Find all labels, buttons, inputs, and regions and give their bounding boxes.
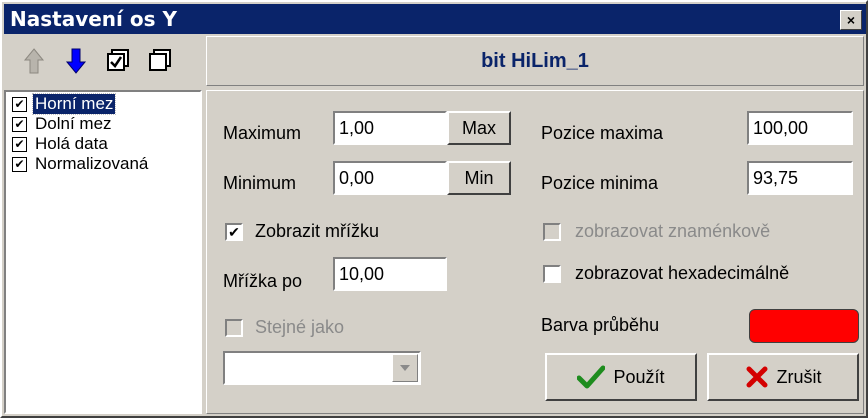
- close-icon: ×: [846, 12, 856, 28]
- cancel-button[interactable]: Zrušit: [707, 353, 859, 401]
- arrow-down-icon[interactable]: [62, 46, 90, 76]
- item-label: Holá data: [35, 134, 108, 153]
- item-label: Dolní mez: [35, 114, 112, 133]
- list-item[interactable]: ✔ Dolní mez: [8, 114, 198, 134]
- min-button-label: Min: [464, 167, 494, 188]
- minimum-input[interactable]: [333, 161, 447, 195]
- maximum-label: Maximum: [223, 123, 302, 143]
- arrow-up-icon[interactable]: [20, 46, 48, 76]
- max-button-label: Max: [461, 117, 496, 138]
- series-color-swatch[interactable]: [749, 309, 859, 343]
- list-toolbar: [4, 36, 202, 86]
- series-title: bit HiLim_1: [481, 49, 589, 72]
- uncheck-all-icon[interactable]: [146, 46, 174, 76]
- cancel-button-label: Zrušit: [776, 366, 822, 387]
- position-max-label: Pozice maxima: [541, 123, 664, 143]
- list-item[interactable]: ✔ Holá data: [8, 134, 198, 154]
- list-item[interactable]: ✔ Normalizovaná: [8, 154, 198, 174]
- position-min-input[interactable]: [747, 161, 853, 195]
- min-button[interactable]: Min: [447, 161, 511, 195]
- series-color-label: Barva průběhu: [541, 315, 660, 335]
- grid-step-label: Mřížka po: [223, 271, 303, 291]
- series-header: bit HiLim_1: [206, 36, 864, 86]
- window-title: Nastavení os Y: [10, 7, 177, 31]
- signed-label: zobrazovat znaménkově: [575, 221, 771, 241]
- position-max-input[interactable]: [747, 111, 853, 145]
- hex-label[interactable]: zobrazovat hexadecimálně: [575, 263, 789, 284]
- title-bar[interactable]: Nastavení os Y ×: [4, 4, 866, 34]
- hex-checkbox[interactable]: [543, 265, 561, 283]
- cross-icon: [745, 365, 769, 389]
- close-button[interactable]: ×: [840, 10, 862, 30]
- item-checkbox[interactable]: ✔: [12, 116, 27, 132]
- grid-checkbox-label[interactable]: Zobrazit mřížku: [255, 221, 379, 242]
- apply-button-label: Použít: [613, 366, 665, 387]
- grid-checkbox[interactable]: ✔: [225, 223, 243, 241]
- list-item[interactable]: ✔ Horní mez: [8, 93, 198, 115]
- settings-panel: Maximum Max Minimum Min ✔ Zobrazit mřížk…: [206, 90, 864, 414]
- item-label: Horní mez: [31, 93, 117, 115]
- chevron-down-icon[interactable]: [392, 354, 418, 382]
- item-label: Normalizovaná: [35, 154, 149, 173]
- item-checkbox[interactable]: ✔: [12, 156, 27, 172]
- grid-step-input[interactable]: [333, 257, 447, 291]
- item-checkbox[interactable]: ✔: [12, 96, 27, 112]
- minimum-label: Minimum: [223, 173, 297, 193]
- same-as-checkbox: [225, 319, 243, 337]
- max-button[interactable]: Max: [447, 111, 511, 145]
- signed-checkbox: [543, 223, 561, 241]
- same-as-label: Stejné jako: [255, 317, 345, 337]
- maximum-input[interactable]: [333, 111, 447, 145]
- apply-button[interactable]: Použít: [545, 353, 697, 401]
- position-min-label: Pozice minima: [541, 173, 659, 193]
- checkmark-icon: [577, 365, 606, 389]
- item-checkbox[interactable]: ✔: [12, 136, 27, 152]
- same-as-dropdown[interactable]: [223, 351, 421, 385]
- series-list[interactable]: ✔ Horní mez ✔ Dolní mez ✔ Holá data ✔ No…: [4, 90, 202, 414]
- check-all-icon[interactable]: [104, 46, 132, 76]
